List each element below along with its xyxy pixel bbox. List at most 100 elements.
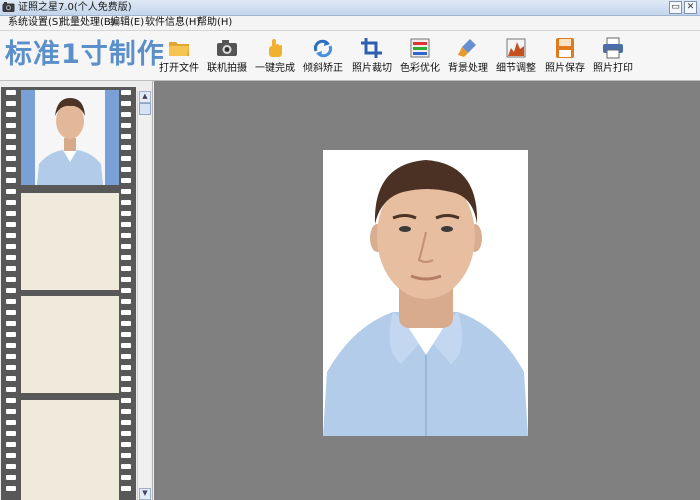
hand-pointer-icon [269, 39, 282, 57]
film-perforation [6, 343, 16, 348]
folder-icon [169, 42, 189, 56]
thumbnail-panel: ▲ ▼ [0, 81, 153, 500]
menu-edit[interactable]: 编辑(E) [110, 17, 144, 29]
menu-software-info[interactable]: 软件信息(H) [145, 17, 200, 29]
film-perforation [6, 299, 16, 304]
scrollbar-thumb[interactable] [139, 103, 151, 115]
main-photo[interactable] [323, 150, 528, 436]
film-perforation [121, 189, 131, 194]
tethered-shoot-label: 联机拍摄 [207, 63, 247, 74]
film-perforation [121, 145, 131, 150]
film-perforation [121, 266, 131, 271]
detail-adjust-button[interactable]: 细节调整 [491, 37, 541, 75]
menu-help[interactable]: 帮助(H) [197, 17, 232, 29]
film-perforation [6, 134, 16, 139]
film-perforation [6, 222, 16, 227]
film-perforation [121, 464, 131, 469]
film-perforation [6, 145, 16, 150]
thumbnail-frame-1[interactable] [21, 90, 119, 185]
film-perforation [121, 387, 131, 392]
film-perforation [6, 431, 16, 436]
thumbnail-scrollbar[interactable]: ▲ ▼ [137, 91, 151, 500]
photo-print-label: 照片打印 [593, 63, 633, 74]
film-perforation [6, 321, 16, 326]
brand-title: 标准1寸制作 [5, 39, 165, 70]
close-button[interactable]: ✕ [684, 1, 697, 14]
film-perforation [6, 123, 16, 128]
menu-system-settings[interactable]: 系统设置(S) [8, 17, 62, 29]
film-perforation [6, 332, 16, 337]
film-perforation [121, 420, 131, 425]
film-perforation [6, 464, 16, 469]
one-click-button[interactable]: 一键完成 [250, 37, 300, 75]
film-perforation [121, 90, 131, 95]
film-perforation [121, 409, 131, 414]
floppy-disk-icon [556, 38, 574, 58]
photo-save-label: 照片保存 [545, 63, 585, 74]
photo-print-button[interactable]: 照片打印 [588, 37, 638, 75]
film-perforation [121, 475, 131, 480]
thumbnail-frame-3[interactable] [21, 296, 119, 393]
film-perforation [6, 266, 16, 271]
film-perforation [6, 409, 16, 414]
film-perforation [6, 486, 16, 491]
film-perforation [6, 475, 16, 480]
film-perforation [121, 442, 131, 447]
thumbnail-frame-4[interactable] [21, 400, 119, 500]
film-perforation [121, 321, 131, 326]
film-perforation [121, 200, 131, 205]
film-perforation [121, 101, 131, 106]
film-perforation [6, 288, 16, 293]
histogram-icon [506, 38, 526, 58]
film-perforation [121, 112, 131, 117]
tilt-correct-label: 倾斜矫正 [303, 63, 343, 74]
tilt-correct-button[interactable]: 倾斜矫正 [298, 37, 348, 75]
photo-crop-button[interactable]: 照片裁切 [347, 37, 397, 75]
color-bars-icon [410, 38, 430, 58]
film-perforation [6, 112, 16, 117]
film-perforation [121, 178, 131, 183]
film-perforation [6, 178, 16, 183]
background-process-label: 背景处理 [448, 63, 488, 74]
film-perforation [121, 376, 131, 381]
film-perforation [121, 398, 131, 403]
scroll-up-arrow-icon[interactable]: ▲ [139, 91, 151, 103]
film-perforation [121, 167, 131, 172]
open-file-button[interactable]: 打开文件 [154, 37, 204, 75]
background-process-button[interactable]: 背景处理 [443, 37, 493, 75]
film-perforation [6, 354, 16, 359]
menu-bar: 系统设置(S) 批量处理(B) 编辑(E) 软件信息(H) 帮助(H) [0, 16, 700, 31]
color-optimize-button[interactable]: 色彩优化 [395, 37, 445, 75]
photo-save-button[interactable]: 照片保存 [540, 37, 590, 75]
detail-adjust-label: 细节调整 [496, 63, 536, 74]
film-perforation [6, 255, 16, 260]
film-perforation [121, 365, 131, 370]
film-perforation [6, 233, 16, 238]
film-perforation [6, 453, 16, 458]
menu-batch-processing[interactable]: 批量处理(B) [60, 17, 115, 29]
film-perforation [6, 156, 16, 161]
camera-icon [217, 40, 237, 56]
crop-icon [361, 38, 382, 58]
film-perforation [6, 398, 16, 403]
printer-icon [603, 37, 623, 59]
film-perforation [121, 156, 131, 161]
film-perforation [121, 123, 131, 128]
film-perforation [121, 233, 131, 238]
film-perforations-left [6, 87, 16, 500]
thumbnail-frame-2[interactable] [21, 193, 119, 290]
film-perforation [121, 211, 131, 216]
minimize-button[interactable]: ▭ [669, 1, 682, 14]
film-perforation [121, 299, 131, 304]
thumbnail-portrait [21, 90, 119, 185]
film-perforation [121, 277, 131, 282]
photo-canvas[interactable] [154, 81, 700, 500]
tethered-shoot-button[interactable]: 联机拍摄 [202, 37, 252, 75]
film-perforation [6, 442, 16, 447]
film-perforation [6, 310, 16, 315]
film-perforation [6, 101, 16, 106]
film-perforation [6, 211, 16, 216]
film-perforation [6, 365, 16, 370]
scroll-down-arrow-icon[interactable]: ▼ [139, 488, 151, 500]
film-perforation [121, 134, 131, 139]
